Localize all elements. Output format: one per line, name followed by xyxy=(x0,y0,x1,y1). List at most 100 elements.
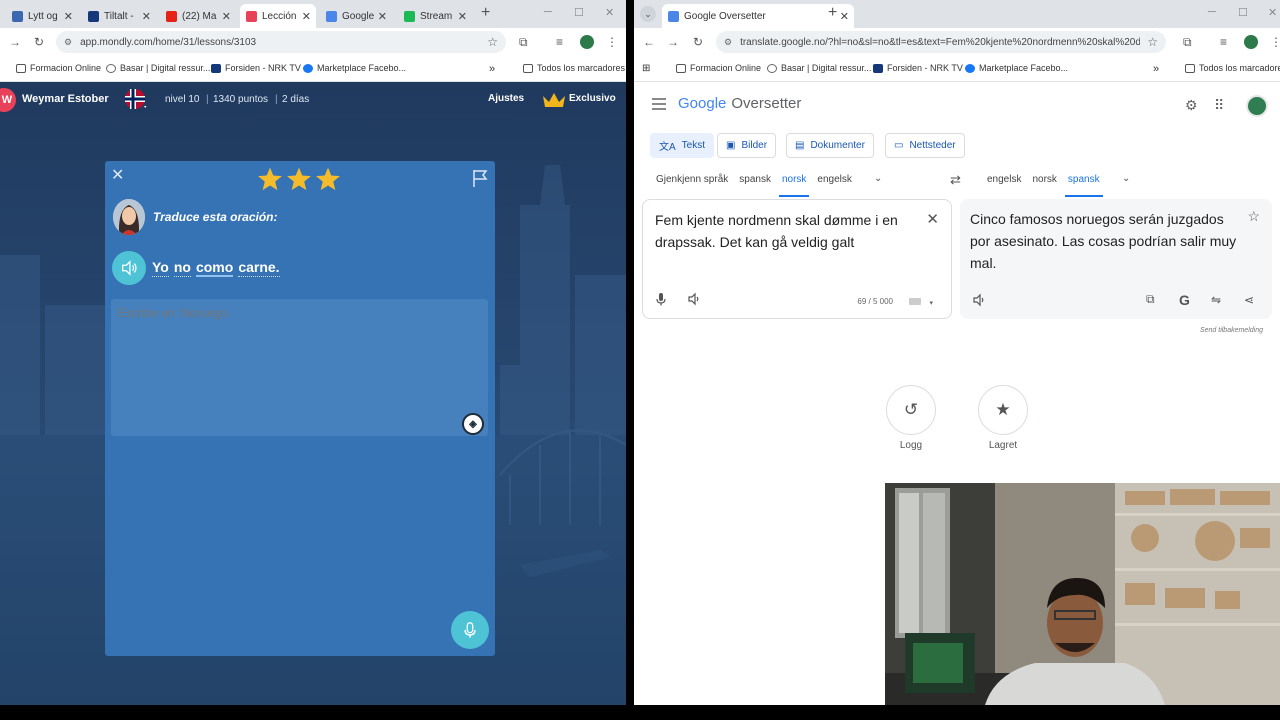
reload-icon[interactable]: ↻ xyxy=(28,35,50,49)
tab-google-translate[interactable]: Google Oversetter ✕ xyxy=(662,4,854,28)
mode-images-button[interactable]: ▣ Bilder xyxy=(717,133,777,158)
mode-websites-button[interactable]: ▭ Nettsteder xyxy=(885,133,965,158)
copy-icon[interactable]: ⧉ xyxy=(1146,292,1155,307)
forward-icon[interactable]: → xyxy=(662,35,684,49)
word[interactable]: carne. xyxy=(238,259,280,277)
bookmark-item[interactable]: Basar | Digital ressur... xyxy=(767,63,871,73)
site-info-icon[interactable]: ⚙ xyxy=(724,37,732,48)
keyboard-icon[interactable] xyxy=(909,298,921,305)
answer-input[interactable] xyxy=(118,303,418,323)
bookmark-item[interactable]: Marketplace Facebo... xyxy=(965,63,1068,73)
swap-languages-icon[interactable]: ⇄ xyxy=(950,172,961,188)
all-bookmarks[interactable]: Todos los marcadores xyxy=(1185,63,1280,73)
close-icon[interactable]: ✕ xyxy=(142,10,151,23)
close-icon[interactable]: ✕ xyxy=(302,10,311,23)
back-icon[interactable]: ← xyxy=(638,35,660,49)
clear-text-icon[interactable]: ✕ xyxy=(926,210,939,228)
bookmarks-overflow-icon[interactable]: » xyxy=(1153,63,1159,75)
grammarly-icon[interactable]: ◈ xyxy=(462,413,484,435)
saved-button[interactable]: ★ xyxy=(978,385,1028,435)
address-bar[interactable]: ⚙ app.mondly.com/home/31/lessons/3103 ☆ xyxy=(56,31,506,53)
tab-youtube[interactable]: (22) Ma ✕ xyxy=(160,4,236,28)
extensions-icon[interactable]: ⧉ xyxy=(519,35,528,50)
crown-icon[interactable] xyxy=(541,90,567,110)
forward-icon[interactable]: → xyxy=(4,35,26,49)
tab-stream[interactable]: Stream ✕ xyxy=(398,4,472,28)
lang-spanish[interactable]: spansk xyxy=(739,174,771,185)
speaker-icon[interactable] xyxy=(687,292,701,306)
edit-translation-icon[interactable]: ⇋ xyxy=(1211,293,1221,307)
chevron-down-icon[interactable]: ⌄ xyxy=(874,173,882,184)
mode-text-button[interactable]: 文A Tekst xyxy=(650,133,715,158)
report-flag-icon[interactable] xyxy=(471,168,489,188)
play-audio-button[interactable] xyxy=(112,251,146,285)
close-icon[interactable]: ✕ xyxy=(222,10,231,23)
new-tab-icon[interactable]: + xyxy=(481,4,490,22)
chevron-down-icon[interactable]: ▾ xyxy=(929,299,933,307)
tab-search-icon[interactable]: ⌄ xyxy=(640,6,656,22)
bookmark-item[interactable]: Basar | Digital ressur... xyxy=(106,63,210,73)
lang-detect[interactable]: Gjenkjenn språk xyxy=(656,174,728,185)
close-icon[interactable]: ✕ xyxy=(840,10,849,23)
bookmarks-overflow-icon[interactable]: » xyxy=(489,63,495,75)
lang-norwegian[interactable]: norsk xyxy=(778,174,810,197)
window-close-icon[interactable]: ✕ xyxy=(1268,6,1277,19)
extensions-icon[interactable]: ⧉ xyxy=(1183,35,1192,50)
address-bar[interactable]: ⚙ translate.google.no/?hl=no&sl=no&tl=es… xyxy=(716,31,1166,53)
speaker-icon[interactable] xyxy=(972,293,986,307)
word[interactable]: como xyxy=(195,259,234,277)
profile-avatar[interactable] xyxy=(580,35,594,49)
tab-google[interactable]: Google ✕ xyxy=(320,4,392,28)
google-search-icon[interactable]: G xyxy=(1179,292,1190,308)
apps-grid-icon[interactable]: ⊞ xyxy=(642,63,650,74)
username[interactable]: Weymar Estober xyxy=(22,93,109,105)
close-icon[interactable]: ✕ xyxy=(378,10,387,23)
lang-english[interactable]: engelsk xyxy=(987,174,1021,185)
close-icon[interactable]: ✕ xyxy=(64,10,73,23)
exclusive-link[interactable]: Exclusivo xyxy=(569,93,616,104)
tab-lytt[interactable]: Lytt og ✕ xyxy=(6,4,78,28)
media-icon[interactable]: ≡ xyxy=(1220,35,1227,49)
close-icon[interactable]: ✕ xyxy=(458,10,467,23)
microphone-button[interactable] xyxy=(451,611,489,649)
more-icon[interactable]: ⋮ xyxy=(606,35,618,49)
lang-spanish[interactable]: spansk xyxy=(1064,174,1103,197)
profile-avatar[interactable] xyxy=(1244,35,1258,49)
google-translate-logo[interactable]: Google Oversetter xyxy=(678,95,801,112)
all-bookmarks[interactable]: Todos los marcadores xyxy=(523,63,625,73)
new-tab-icon[interactable]: + xyxy=(828,4,837,22)
window-close-icon[interactable]: ✕ xyxy=(605,6,614,19)
bookmark-star-icon[interactable]: ☆ xyxy=(487,35,498,49)
minimize-icon[interactable]: ─ xyxy=(1208,6,1216,18)
close-icon[interactable]: ✕ xyxy=(111,165,124,185)
tab-leccion[interactable]: Lección ✕ xyxy=(240,4,316,28)
menu-icon[interactable] xyxy=(652,98,666,110)
maximize-icon[interactable]: ☐ xyxy=(574,6,584,19)
chevron-down-icon[interactable]: ⌄ xyxy=(1122,173,1130,184)
maximize-icon[interactable]: ☐ xyxy=(1238,6,1248,19)
avatar[interactable]: W xyxy=(0,88,16,112)
bookmark-item[interactable]: Forsiden - NRK TV xyxy=(211,63,301,73)
apps-icon[interactable]: ⠿ xyxy=(1214,97,1224,114)
mode-documents-button[interactable]: ▤ Dokumenter xyxy=(786,133,874,158)
norway-flag-icon[interactable] xyxy=(124,88,148,110)
send-feedback-link[interactable]: Send tilbakemelding xyxy=(1200,327,1263,334)
bookmark-item[interactable]: Forsiden - NRK TV xyxy=(873,63,963,73)
account-avatar[interactable] xyxy=(1246,95,1268,117)
microphone-icon[interactable] xyxy=(655,292,667,306)
save-star-icon[interactable]: ☆ xyxy=(1247,208,1260,225)
word[interactable]: no xyxy=(173,259,191,277)
share-icon[interactable]: ⋖ xyxy=(1244,293,1254,307)
media-icon[interactable]: ≡ xyxy=(556,35,563,49)
bookmark-item[interactable]: Marketplace Facebo... xyxy=(303,63,406,73)
settings-gear-icon[interactable]: ⚙ xyxy=(1185,97,1198,114)
bookmark-item[interactable]: Formacion Online xyxy=(676,63,761,73)
lang-norwegian[interactable]: norsk xyxy=(1032,174,1056,185)
word[interactable]: Yo xyxy=(152,259,169,277)
tab-tiltalt[interactable]: Tiltalt - ✕ xyxy=(82,4,156,28)
bookmark-star-icon[interactable]: ☆ xyxy=(1147,35,1158,49)
history-button[interactable]: ↺ xyxy=(886,385,936,435)
site-info-icon[interactable]: ⚙ xyxy=(64,37,72,48)
bookmark-item[interactable]: Formacion Online xyxy=(16,63,101,73)
settings-link[interactable]: Ajustes xyxy=(488,93,524,104)
